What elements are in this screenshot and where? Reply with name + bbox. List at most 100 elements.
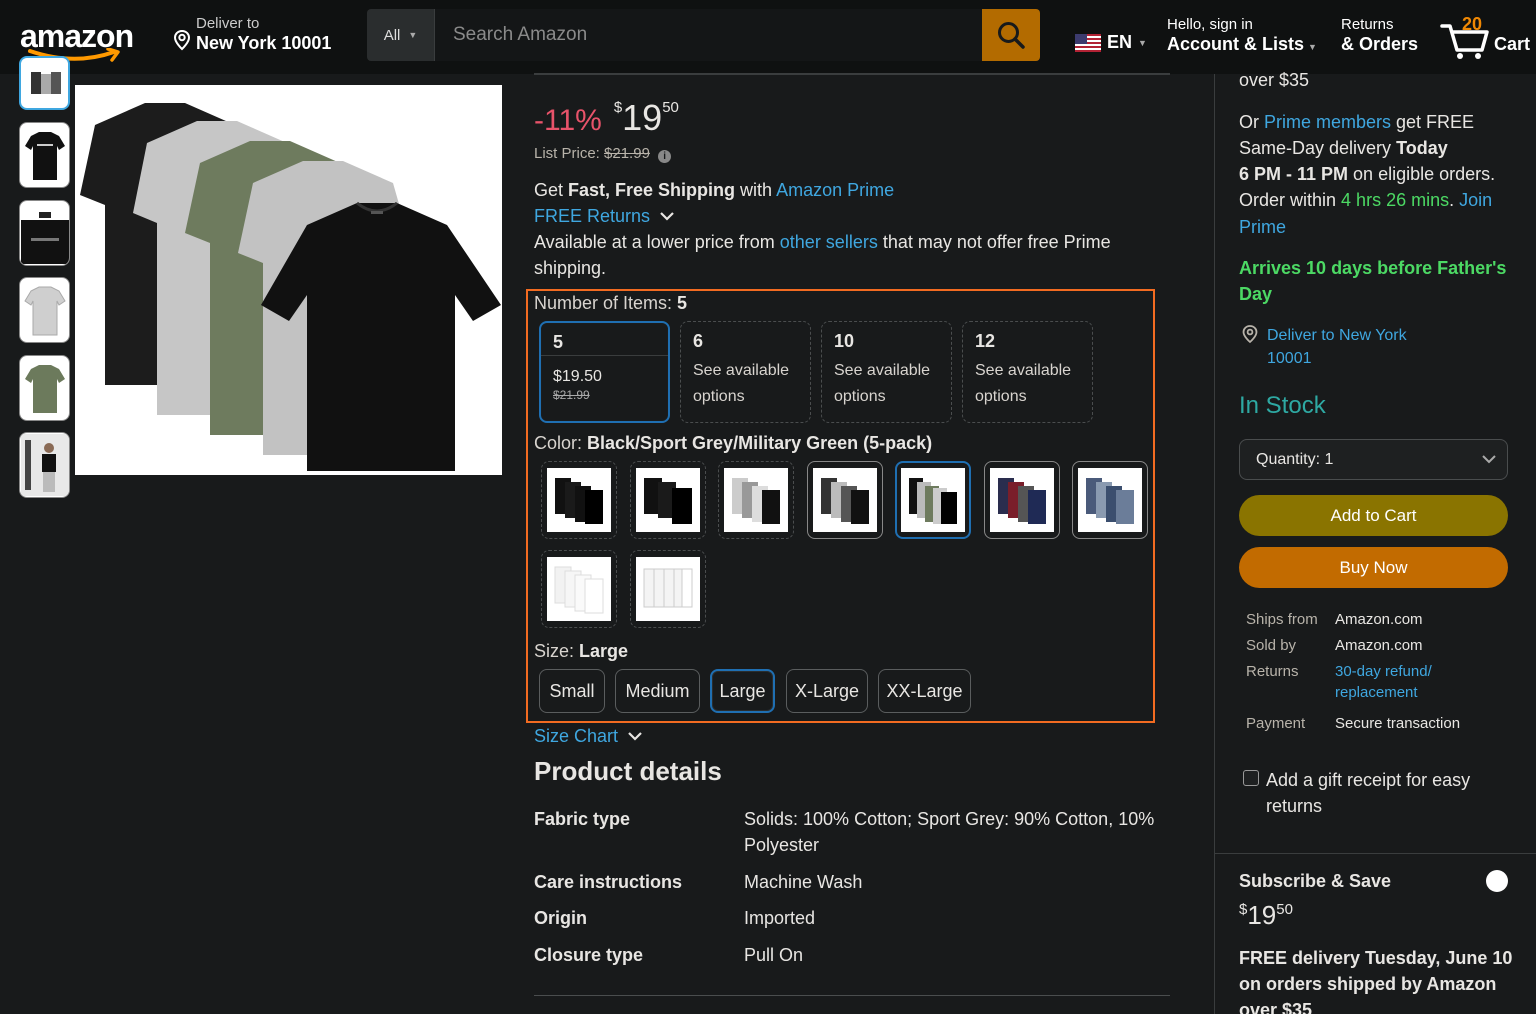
cart-count: 20 — [1462, 14, 1483, 34]
black-pack-swatch-icon — [555, 478, 603, 524]
language-selector[interactable]: EN ▼ — [1075, 32, 1147, 53]
amazon-logo[interactable]: amazon — [18, 12, 148, 62]
product-details-heading: Product details — [534, 756, 722, 786]
detail-value-care: Machine Wash — [744, 872, 863, 892]
location-pin-icon — [173, 29, 191, 51]
join-prime-link-cont[interactable]: Prime — [1239, 214, 1286, 240]
size-option-x-large[interactable]: X-Large — [786, 669, 868, 713]
subscribe-save-title: Subscribe & Save — [1239, 871, 1392, 891]
color-swatch-grey-black-2[interactable] — [807, 461, 883, 539]
main-product-image[interactable] — [75, 85, 502, 475]
grey-tshirt-thumb-icon — [23, 286, 66, 336]
thumbnail-4[interactable] — [19, 277, 70, 343]
account-menu[interactable]: Hello, sign in Account & Lists ▼ — [1167, 16, 1317, 58]
thumbnail-1[interactable] — [19, 56, 70, 110]
black-tshirt-thumb-icon — [24, 132, 65, 180]
join-prime-link[interactable]: Join — [1459, 190, 1492, 210]
detail-value-closure: Pull On — [744, 945, 804, 965]
color-swatch-black-2[interactable] — [630, 461, 706, 539]
caret-down-icon: ▼ — [1308, 42, 1317, 52]
other-sellers-link[interactable]: other sellers — [780, 232, 878, 252]
divider — [534, 73, 1170, 75]
thumbnail-2[interactable] — [19, 122, 70, 188]
detail-key-origin: Origin — [534, 908, 587, 928]
color-swatch-white[interactable] — [541, 550, 617, 628]
quantity-option-5[interactable]: 5 $19.50 $21.99 — [539, 321, 670, 423]
search-button[interactable] — [982, 9, 1040, 61]
deliver-to-location[interactable]: Deliver to New York 10001 — [172, 16, 331, 54]
arrives-before-fathers-day-1: Arrives 10 days before Father's — [1239, 258, 1507, 278]
size-option-large[interactable]: Large — [710, 669, 775, 713]
color-swatch-white-2[interactable] — [630, 550, 706, 628]
gift-receipt-label: Add a gift receipt for easy returns — [1266, 770, 1471, 816]
blue-grey-pack-swatch-icon — [1086, 478, 1134, 524]
color-swatch-blue-grey[interactable] — [1072, 461, 1148, 539]
secure-transaction-link[interactable]: Secure transaction — [1335, 713, 1460, 734]
price-block: -11% $ 19 50 — [534, 98, 679, 140]
quantity-option-6[interactable]: 6 See available options — [680, 321, 811, 423]
prime-members-line: Or Prime members get FREE — [1239, 112, 1475, 132]
white-pack-swatch-icon — [643, 568, 693, 608]
returns-orders-link[interactable]: Returns & Orders — [1341, 16, 1418, 55]
color-swatch-navy-red-grey[interactable] — [984, 461, 1060, 539]
thumbnail-6[interactable] — [19, 432, 70, 498]
free-returns-link[interactable]: FREE Returns — [534, 203, 675, 229]
search-bar: All ▼ — [367, 9, 1040, 61]
color-swatch-black[interactable] — [541, 461, 617, 539]
quantity-option-12[interactable]: 12 See available options — [962, 321, 1093, 423]
free-delivery-threshold: over $35 — [1239, 70, 1310, 90]
size-option-xx-large[interactable]: XX-Large — [878, 669, 971, 713]
size-chart-link[interactable]: Size Chart — [534, 723, 643, 749]
navy-red-pack-swatch-icon — [998, 478, 1046, 524]
prime-members-link[interactable]: Prime members — [1264, 112, 1391, 132]
size-option-small[interactable]: Small — [539, 669, 605, 713]
price-symbol: $ — [613, 99, 623, 116]
tshirt-pack-thumb-icon — [30, 72, 61, 94]
amazon-prime-link[interactable]: Amazon Prime — [776, 180, 894, 200]
color-swatch-grey-black[interactable] — [718, 461, 794, 539]
ships-from-value: Amazon.com — [1335, 611, 1423, 628]
divider — [534, 995, 1170, 996]
chevron-down-icon — [660, 212, 674, 221]
ships-from-label: Ships from — [1246, 611, 1318, 628]
quantity-option-10[interactable]: 10 See available options — [821, 321, 952, 423]
caret-down-icon: ▼ — [1138, 37, 1147, 48]
gift-receipt-checkbox[interactable] — [1243, 770, 1259, 786]
model-photo-thumb-icon — [20, 434, 69, 496]
black-grey-green-pack-swatch-icon — [909, 478, 957, 524]
thumbnail-3[interactable] — [19, 200, 70, 266]
caret-down-icon: ▼ — [408, 30, 418, 40]
subscribe-save-radio[interactable] — [1486, 870, 1508, 892]
color-label: Color: Black/Sport Grey/Military Green (… — [534, 433, 933, 453]
search-input[interactable] — [435, 9, 982, 61]
black-pack-swatch-icon — [644, 478, 692, 524]
search-category-dropdown[interactable]: All ▼ — [367, 9, 435, 61]
detail-key-care: Care instructions — [534, 872, 683, 892]
option-strike-price: $21.99 — [553, 388, 590, 402]
deliver-to-link[interactable]: Deliver to New York 10001 — [1267, 324, 1407, 370]
number-of-items-label: Number of Items: 5 — [534, 293, 688, 313]
detail-value-fabric: Solids: 100% Cotton; Sport Grey: 90% Cot… — [744, 809, 1155, 855]
color-swatch-black-grey-green-selected[interactable] — [895, 461, 971, 539]
black-tshirt-detail-thumb-icon — [20, 212, 69, 264]
white-pack-swatch-icon — [554, 566, 604, 614]
quantity-dropdown[interactable]: Quantity: 1 — [1239, 439, 1508, 480]
price-whole: 19 — [622, 97, 663, 138]
cart-button[interactable]: 20 Cart — [1440, 12, 1536, 62]
subscribe-delivery-3: over $35 — [1239, 1000, 1313, 1014]
grey-black-pack-swatch-icon — [732, 478, 780, 524]
green-tshirt-thumb-icon — [24, 365, 65, 413]
list-price-value: $21.99 — [604, 145, 650, 162]
buy-now-button[interactable]: Buy Now — [1239, 547, 1508, 588]
detail-value-origin: Imported — [744, 908, 816, 928]
add-to-cart-button[interactable]: Add to Cart — [1239, 495, 1508, 536]
delivery-window-line: 6 PM - 11 PM on eligible orders. — [1239, 164, 1496, 184]
subscribe-delivery-1: FREE delivery Tuesday, June 10 — [1239, 948, 1513, 968]
returns-policy-link[interactable]: 30-day refund/ replacement — [1335, 661, 1432, 703]
same-day-line: Same-Day delivery Today — [1239, 138, 1448, 158]
location-pin-icon — [1242, 325, 1258, 344]
size-label: Size: Large — [534, 641, 629, 661]
thumbnail-5[interactable] — [19, 355, 70, 421]
info-icon[interactable]: i — [658, 150, 672, 163]
size-option-medium[interactable]: Medium — [615, 669, 700, 713]
